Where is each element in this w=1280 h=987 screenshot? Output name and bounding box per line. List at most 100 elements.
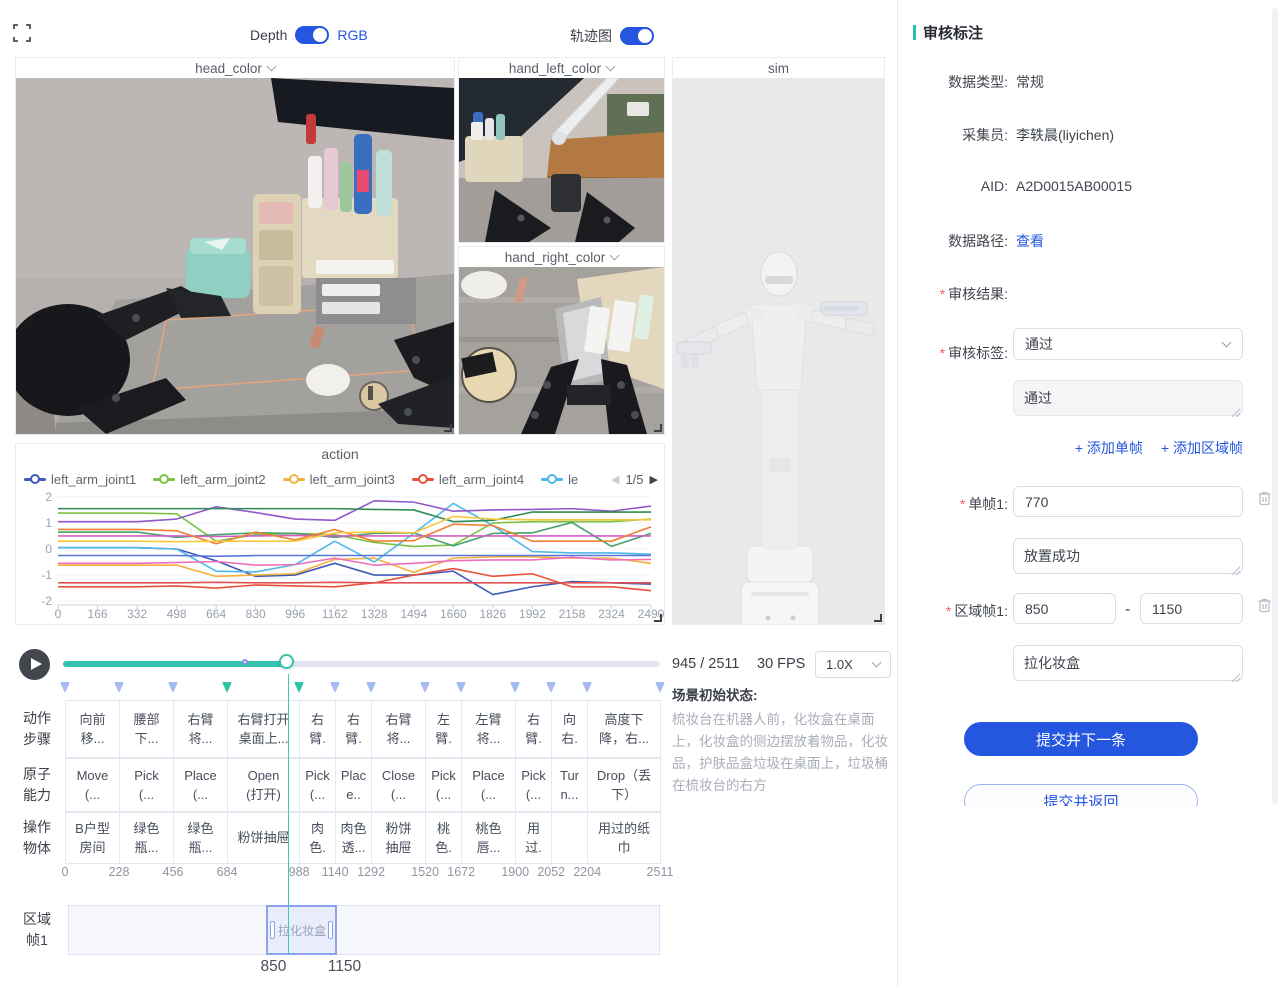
operated-object-cell[interactable]: B户型 房间: [65, 812, 120, 864]
legend-prev-icon[interactable]: ◀: [611, 473, 619, 486]
region-frame-note-textarea[interactable]: [1013, 645, 1243, 681]
atomic-capability-cell[interactable]: Pick (...: [299, 758, 336, 812]
action-step-cell[interactable]: 右臂 将...: [371, 700, 426, 758]
panel-resize-handle[interactable]: [444, 424, 452, 432]
atomic-capability-cell[interactable]: Move (...: [65, 758, 120, 812]
atomic-capability-cell[interactable]: Plac e..: [335, 758, 372, 812]
operated-object-cell[interactable]: 肉色 透...: [335, 812, 372, 864]
timeline-marker[interactable]: [222, 682, 232, 693]
legend-item-left_arm_joint4[interactable]: left_arm_joint4: [412, 472, 524, 487]
timeline-marker[interactable]: [420, 682, 430, 693]
depth-rgb-toggle[interactable]: [295, 26, 329, 44]
atomic-capability-cell[interactable]: Pick (...: [425, 758, 462, 812]
legend-page-indicator: 1/5: [625, 472, 643, 487]
timeline-marker[interactable]: [330, 682, 340, 693]
atomic-capability-cell[interactable]: Close (...: [371, 758, 426, 812]
chart-series-left_arm_joint3: [58, 557, 651, 577]
action-step-cell[interactable]: 左臂 将...: [461, 700, 516, 758]
atomic-capability-cell[interactable]: Pick (...: [119, 758, 174, 812]
sim-viewport[interactable]: [673, 78, 884, 624]
action-step-cell[interactable]: 高度下 降，右...: [587, 700, 661, 758]
single-frame-note-textarea[interactable]: [1013, 538, 1243, 574]
single-frame-input[interactable]: [1013, 486, 1243, 517]
operated-object-cell[interactable]: 桃色 唇...: [461, 812, 516, 864]
review-tag-select[interactable]: 通过: [1013, 328, 1243, 360]
panel-resize-handle[interactable]: [654, 614, 662, 622]
scene-initial-state: 场景初始状态: 梳妆台在机器人前，化妆盒在桌面上，化妆盒的侧边摆放着物品，化妆品…: [672, 684, 898, 796]
action-step-cell[interactable]: 腰部 下...: [119, 700, 174, 758]
camera-select-head[interactable]: head_color: [16, 58, 454, 78]
timeline-marker[interactable]: [294, 682, 304, 693]
frame-tick-label: 684: [217, 865, 238, 879]
operated-object-cell[interactable]: 粉饼 抽屉: [371, 812, 426, 864]
action-step-cell[interactable]: 右 臂.: [335, 700, 372, 758]
delete-single-frame-icon[interactable]: [1257, 490, 1272, 506]
timeline-marker[interactable]: [60, 682, 70, 693]
operated-object-cell[interactable]: 桃 色.: [425, 812, 462, 864]
region-start-label: 850: [260, 958, 286, 976]
legend-item-left_arm_joint2[interactable]: left_arm_joint2: [153, 472, 265, 487]
operated-object-cell[interactable]: [551, 812, 588, 864]
region-frame-track[interactable]: 拉化妆盒: [68, 905, 660, 955]
atomic-capability-cell[interactable]: Place (...: [173, 758, 228, 812]
panel-resize-handle[interactable]: [874, 614, 882, 622]
region-frame-block[interactable]: 拉化妆盒: [266, 905, 337, 955]
operated-object-cell[interactable]: 肉 色.: [299, 812, 336, 864]
atomic-capability-cell[interactable]: Tur n...: [551, 758, 588, 812]
atomic-capability-cell[interactable]: Place (...: [461, 758, 516, 812]
operated-object-cell[interactable]: 绿色 瓶...: [119, 812, 174, 864]
region-block-right-handle[interactable]: [328, 921, 333, 939]
legend-item-le[interactable]: le: [541, 472, 578, 487]
camera-select-hand-left[interactable]: hand_left_color: [459, 58, 664, 78]
action-step-cell[interactable]: 向 右.: [551, 700, 588, 758]
playback-slider-thumb[interactable]: [279, 654, 294, 669]
svg-text:1328: 1328: [361, 607, 388, 621]
trajectory-toggle[interactable]: [620, 27, 654, 45]
submit-next-button[interactable]: 提交并下一条: [964, 722, 1198, 756]
delete-region-frame-icon[interactable]: [1257, 597, 1272, 613]
data-path-view-link[interactable]: 查看: [1016, 231, 1044, 251]
action-step-cell[interactable]: 右 臂.: [515, 700, 552, 758]
action-step-cell[interactable]: 右臂 将...: [173, 700, 228, 758]
timeline-marker[interactable]: [114, 682, 124, 693]
playback-slider[interactable]: [63, 661, 660, 667]
timeline-marker[interactable]: [582, 682, 592, 693]
action-step-cell[interactable]: 向前 移...: [65, 700, 120, 758]
field-region-frame: *区域帧1: -: [898, 601, 1280, 623]
playback-speed-select[interactable]: 1.0X: [815, 651, 891, 678]
add-region-frame-link[interactable]: + 添加区域帧: [1161, 438, 1243, 458]
timeline-marker[interactable]: [546, 682, 556, 693]
review-note-textarea[interactable]: [1013, 380, 1243, 416]
legend-item-left_arm_joint3[interactable]: left_arm_joint3: [283, 472, 395, 487]
region-end-input[interactable]: [1140, 593, 1243, 624]
timeline-marker[interactable]: [168, 682, 178, 693]
timeline-marker[interactable]: [510, 682, 520, 693]
add-single-frame-link[interactable]: + 添加单帧: [1075, 438, 1143, 458]
operated-object-cell[interactable]: 用 过.: [515, 812, 552, 864]
legend-next-icon[interactable]: ▶: [650, 473, 658, 486]
region-start-input[interactable]: [1013, 593, 1116, 624]
fullscreen-icon[interactable]: [13, 24, 31, 42]
operated-object-cell[interactable]: 用过的纸 巾: [587, 812, 661, 864]
camera-panel-head: head_color: [15, 57, 455, 435]
camera-select-hand-right[interactable]: hand_right_color: [459, 247, 664, 267]
action-step-cell[interactable]: 左 臂.: [425, 700, 462, 758]
region-range-separator: -: [1125, 601, 1130, 619]
play-button[interactable]: [19, 649, 50, 680]
panel-resize-handle[interactable]: [654, 424, 662, 432]
svg-text:1992: 1992: [519, 607, 546, 621]
submit-back-button[interactable]: 提交并返回: [964, 784, 1198, 806]
timeline-marker[interactable]: [366, 682, 376, 693]
timeline-marker[interactable]: [655, 682, 665, 693]
region-block-left-handle[interactable]: [270, 921, 275, 939]
svg-text:0: 0: [45, 542, 52, 556]
timeline-marker[interactable]: [456, 682, 466, 693]
toggle-knob: [638, 29, 652, 43]
operated-object-cell[interactable]: 绿色 瓶...: [173, 812, 228, 864]
legend-item-left_arm_joint1[interactable]: left_arm_joint1: [24, 472, 136, 487]
panel-scrollbar[interactable]: [1272, 8, 1278, 805]
action-step-cell[interactable]: 右 臂.: [299, 700, 336, 758]
atomic-capability-cell[interactable]: Pick (...: [515, 758, 552, 812]
sim-panel: sim: [672, 57, 885, 625]
atomic-capability-cell[interactable]: Drop（丢 下）: [587, 758, 661, 812]
